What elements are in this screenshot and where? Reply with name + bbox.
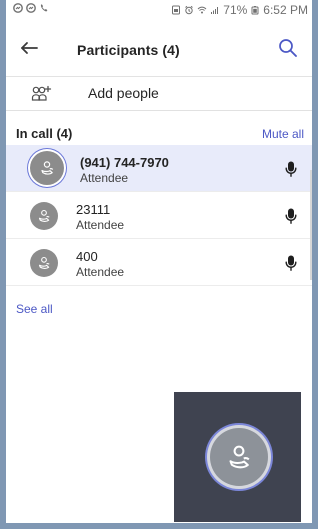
search-button[interactable] — [275, 35, 301, 61]
in-call-section-header: In call (4) Mute all — [6, 122, 312, 144]
call-thumbnail-avatar — [207, 425, 271, 489]
participants-screen: 71% 6:52 PM Participants (4) Add people … — [6, 0, 312, 523]
add-people-icon — [30, 84, 52, 104]
mute-all-button[interactable]: Mute all — [262, 127, 304, 141]
avatar — [30, 249, 58, 277]
in-call-label: In call (4) — [16, 126, 73, 141]
call-thumbnail[interactable] — [174, 392, 301, 522]
header: Participants (4) — [6, 22, 312, 77]
call-thumbnail-avatar-inner — [210, 428, 268, 486]
avatar — [30, 202, 58, 230]
participant-name: 400 — [76, 249, 98, 264]
back-button[interactable] — [17, 36, 41, 60]
status-time: 6:52 PM — [263, 3, 308, 17]
status-bar: 71% 6:52 PM — [6, 0, 312, 22]
see-all-link[interactable]: See all — [16, 302, 53, 316]
person-phone-icon — [35, 207, 53, 225]
add-people-button[interactable]: Add people — [6, 77, 312, 111]
participant-role: Attendee — [76, 218, 125, 232]
messenger-icon — [26, 3, 36, 13]
wifi-icon — [197, 5, 207, 15]
add-people-label: Add people — [88, 85, 159, 101]
status-right: 71% 6:52 PM — [171, 3, 308, 17]
participants-list: (941) 744-7970 Attendee 23111 Attendee 4… — [6, 145, 312, 286]
alarm-icon — [184, 5, 194, 15]
sim-icon — [171, 5, 181, 15]
person-phone-icon — [35, 254, 53, 272]
scroll-indicator[interactable] — [310, 170, 312, 280]
search-icon — [278, 38, 299, 59]
person-phone-icon — [37, 158, 57, 178]
battery-icon — [250, 5, 260, 15]
microphone-icon[interactable] — [284, 207, 298, 225]
page-title: Participants (4) — [77, 42, 180, 58]
phone-icon — [39, 3, 49, 13]
participant-row[interactable]: 400 Attendee — [6, 239, 312, 286]
signal-icon — [210, 5, 220, 15]
microphone-icon[interactable] — [284, 254, 298, 272]
messenger-icon — [13, 3, 23, 13]
battery-percent: 71% — [223, 3, 248, 17]
microphone-icon[interactable] — [284, 160, 298, 178]
participant-name: (941) 744-7970 — [80, 155, 169, 170]
participant-role: Attendee — [76, 265, 125, 279]
person-phone-icon — [222, 440, 256, 474]
status-left — [13, 3, 49, 13]
participant-row[interactable]: 23111 Attendee — [6, 192, 312, 239]
participant-role: Attendee — [80, 171, 129, 185]
app-frame: 71% 6:52 PM Participants (4) Add people … — [0, 0, 318, 529]
back-arrow-icon — [19, 39, 39, 57]
avatar — [30, 151, 64, 185]
participant-row[interactable]: (941) 744-7970 Attendee — [6, 145, 312, 192]
participant-name: 23111 — [76, 202, 111, 217]
